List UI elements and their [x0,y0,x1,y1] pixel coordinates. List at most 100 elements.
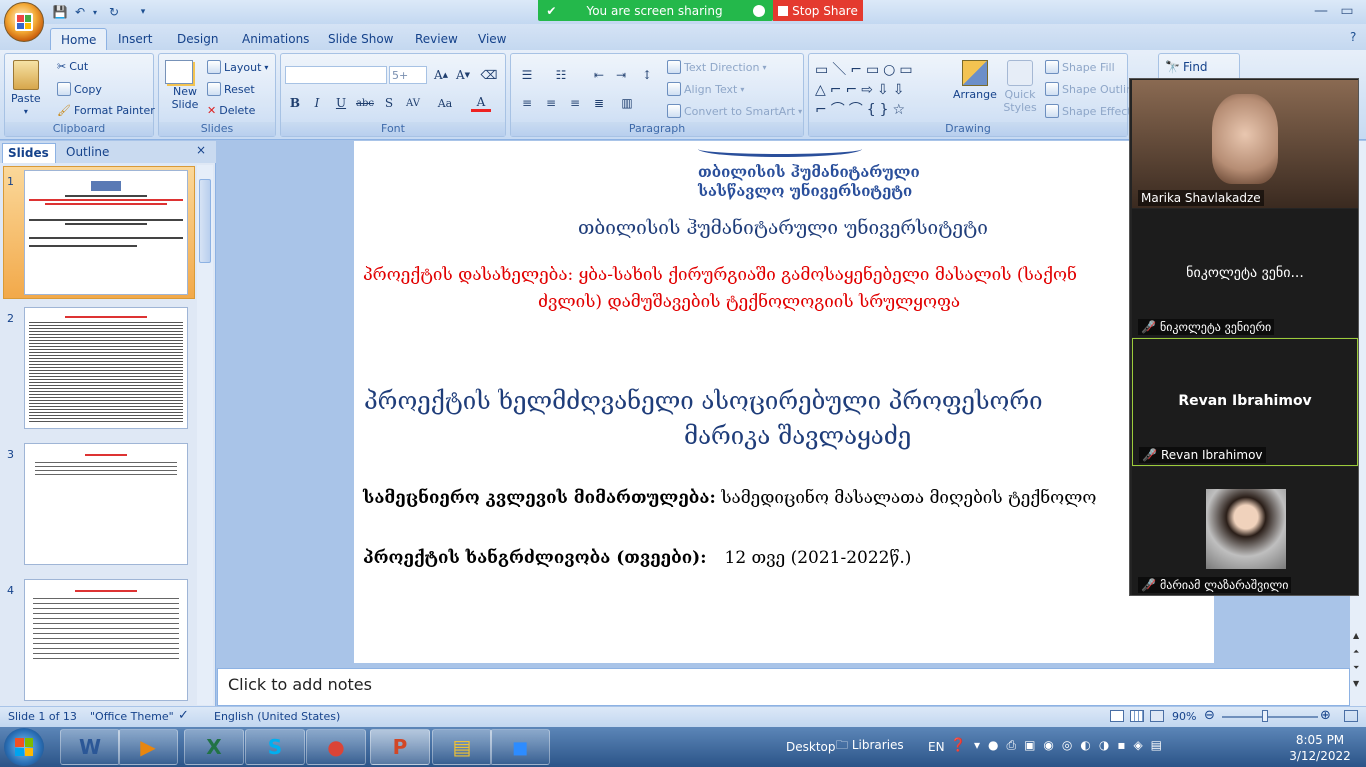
tab-home[interactable]: Home [50,28,108,50]
font-family-select[interactable] [285,66,387,84]
file-explorer-icon[interactable]: ▤ [432,729,492,765]
participant-tile-active[interactable]: Revan Ibrahimov 🎤̸ Revan Ibrahimov [1132,338,1358,466]
underline-icon[interactable]: U [331,94,351,112]
fit-to-window-icon[interactable] [1344,710,1358,722]
format-painter-button[interactable]: 🖌 Format Painter [57,104,155,117]
word-icon[interactable]: W [60,729,120,765]
bold-icon[interactable]: B [285,94,305,112]
tab-view[interactable]: View [468,28,516,50]
clock-time[interactable]: 8:05 PM [1290,733,1350,747]
zoom-in-icon[interactable]: ⊕ [1320,708,1331,723]
zoom-level[interactable]: 90% [1172,710,1196,723]
skype-icon[interactable]: S [245,729,305,765]
font-size-select[interactable]: 5+ [389,66,427,84]
normal-view-icon[interactable] [1110,710,1124,722]
scroll-down-icon[interactable]: ▼ [1353,679,1359,688]
clear-formatting-icon[interactable]: ⌫ [479,66,499,84]
tab-design[interactable]: Design [167,28,228,50]
tab-review[interactable]: Review [405,28,468,50]
copy-button[interactable]: Copy [57,82,102,96]
language-indicator[interactable]: EN [928,740,945,754]
tab-outline[interactable]: Outline [58,143,120,163]
justify-icon[interactable]: ≣ [589,94,609,112]
increase-indent-icon[interactable]: ⇥ [611,66,631,84]
customize-qat-icon[interactable]: ▾ [138,4,148,20]
slide-thumbnail-1[interactable] [24,170,188,295]
delete-button[interactable]: ✕ Delete [207,104,255,117]
scroll-up-icon[interactable]: ▲ [1353,631,1359,640]
stop-share-button[interactable]: Stop Share [773,0,863,21]
font-color-icon[interactable]: A [471,94,491,112]
help-icon[interactable]: ❓ [950,738,966,753]
italic-icon[interactable]: I [307,94,327,112]
minimize-icon[interactable]: — [1308,2,1334,20]
start-button[interactable] [4,728,44,766]
desktop-toolbar[interactable]: Desktop [786,740,836,754]
quick-styles-button[interactable]: Quick Styles [1003,60,1037,114]
new-slide-button[interactable]: New Slide [165,60,205,111]
tab-animations[interactable]: Animations [232,28,319,50]
shadow-icon[interactable]: S [379,94,399,112]
grow-font-icon[interactable]: A ▲ [431,66,451,84]
change-case-icon[interactable]: Aa [435,94,455,112]
decrease-indent-icon[interactable]: ⇤ [589,66,609,84]
participant-tile[interactable]: Marika Shavlakadze [1132,80,1358,208]
text-direction-button[interactable]: Text Direction ▾ [667,60,766,74]
character-spacing-icon[interactable]: AV [403,94,423,112]
undo-icon[interactable]: ↶ [72,4,88,20]
shape-fill-button[interactable]: Shape Fill [1045,60,1115,74]
convert-smartart-button[interactable]: Convert to SmartArt ▾ [667,104,802,118]
cut-button[interactable]: ✂ Cut [57,60,88,73]
zoom-slider[interactable] [1222,716,1318,718]
reset-button[interactable]: Reset [207,82,255,96]
columns-icon[interactable]: ▥ [617,94,637,112]
clock-date[interactable]: 3/12/2022 [1286,749,1354,763]
shrink-font-icon[interactable]: A ▼ [453,66,473,84]
zoom-slider-thumb[interactable] [1262,710,1268,722]
slide-thumbnail-3[interactable] [24,443,188,565]
spelling-check-icon[interactable]: ✓ [178,708,189,723]
shape-outline-button[interactable]: Shape Outline [1045,82,1140,96]
align-center-icon[interactable]: ≡ [541,94,561,112]
participant-tile[interactable]: 🎤̸ მარიამ ლაზარაშვილი [1132,467,1358,595]
close-icon[interactable]: × [196,143,206,157]
slides-pane-scrollbar[interactable] [197,165,213,705]
excel-icon[interactable]: X [184,729,244,765]
participant-tile[interactable]: ნიკოლეტა ვენი... 🎤̸ ნიკოლეტა ვენიერი [1132,209,1358,337]
notes-pane[interactable]: Click to add notes [217,668,1350,706]
powerpoint-icon[interactable]: P [370,729,430,765]
office-button[interactable] [4,2,44,42]
slide-thumbnail-2[interactable] [24,307,188,429]
zoom-app-icon[interactable]: ◼ [490,729,550,765]
find-button[interactable]: 🔭 Find [1165,60,1208,74]
redo-icon[interactable]: ↻ [106,4,122,20]
numbering-icon[interactable]: ☷ [551,66,571,84]
media-player-icon[interactable]: ▶ [118,729,178,765]
shape-effects-button[interactable]: Shape Effects [1045,104,1137,118]
previous-slide-icon[interactable]: ⏶ [1353,647,1359,657]
paste-button[interactable]: Paste ▾ [11,60,41,116]
next-slide-icon[interactable]: ⏷ [1353,663,1359,673]
slide-sorter-icon[interactable] [1130,710,1144,722]
maximize-icon[interactable]: ▭ [1334,2,1360,20]
align-right-icon[interactable]: ≡ [565,94,585,112]
tab-insert[interactable]: Insert [108,28,162,50]
save-icon[interactable]: 💾 [52,4,68,20]
system-tray-icons[interactable]: ▾●⎙▣◉◎◐◑▪◈▤ [974,738,1170,753]
tab-slides[interactable]: Slides [2,143,56,163]
undo-dropdown-icon[interactable]: ▾ [90,4,100,20]
slide-show-icon[interactable] [1150,710,1164,722]
bullets-icon[interactable]: ☰ [517,66,537,84]
libraries-toolbar[interactable]: 🗀 Libraries [836,736,904,757]
slide-canvas[interactable]: თბილისის ჰუმანიტარული სასწავლო უნივერსიტ… [354,141,1214,663]
help-icon[interactable]: ? [1350,30,1356,44]
tab-slide-show[interactable]: Slide Show [318,28,403,50]
line-spacing-icon[interactable]: ↕ [637,66,657,84]
shapes-gallery[interactable]: ▭＼⌐▭○▭ △⌐⌐⇨⇩⇩ ⌐⌒⌒{}☆ [815,60,939,120]
strikethrough-icon[interactable]: abc [355,94,375,112]
zoom-out-icon[interactable]: ⊖ [1204,708,1215,723]
layout-button[interactable]: Layout ▾ [207,60,268,74]
align-left-icon[interactable]: ≡ [517,94,537,112]
arrange-button[interactable]: Arrange [953,60,997,101]
slide-thumbnail-4[interactable] [24,579,188,701]
